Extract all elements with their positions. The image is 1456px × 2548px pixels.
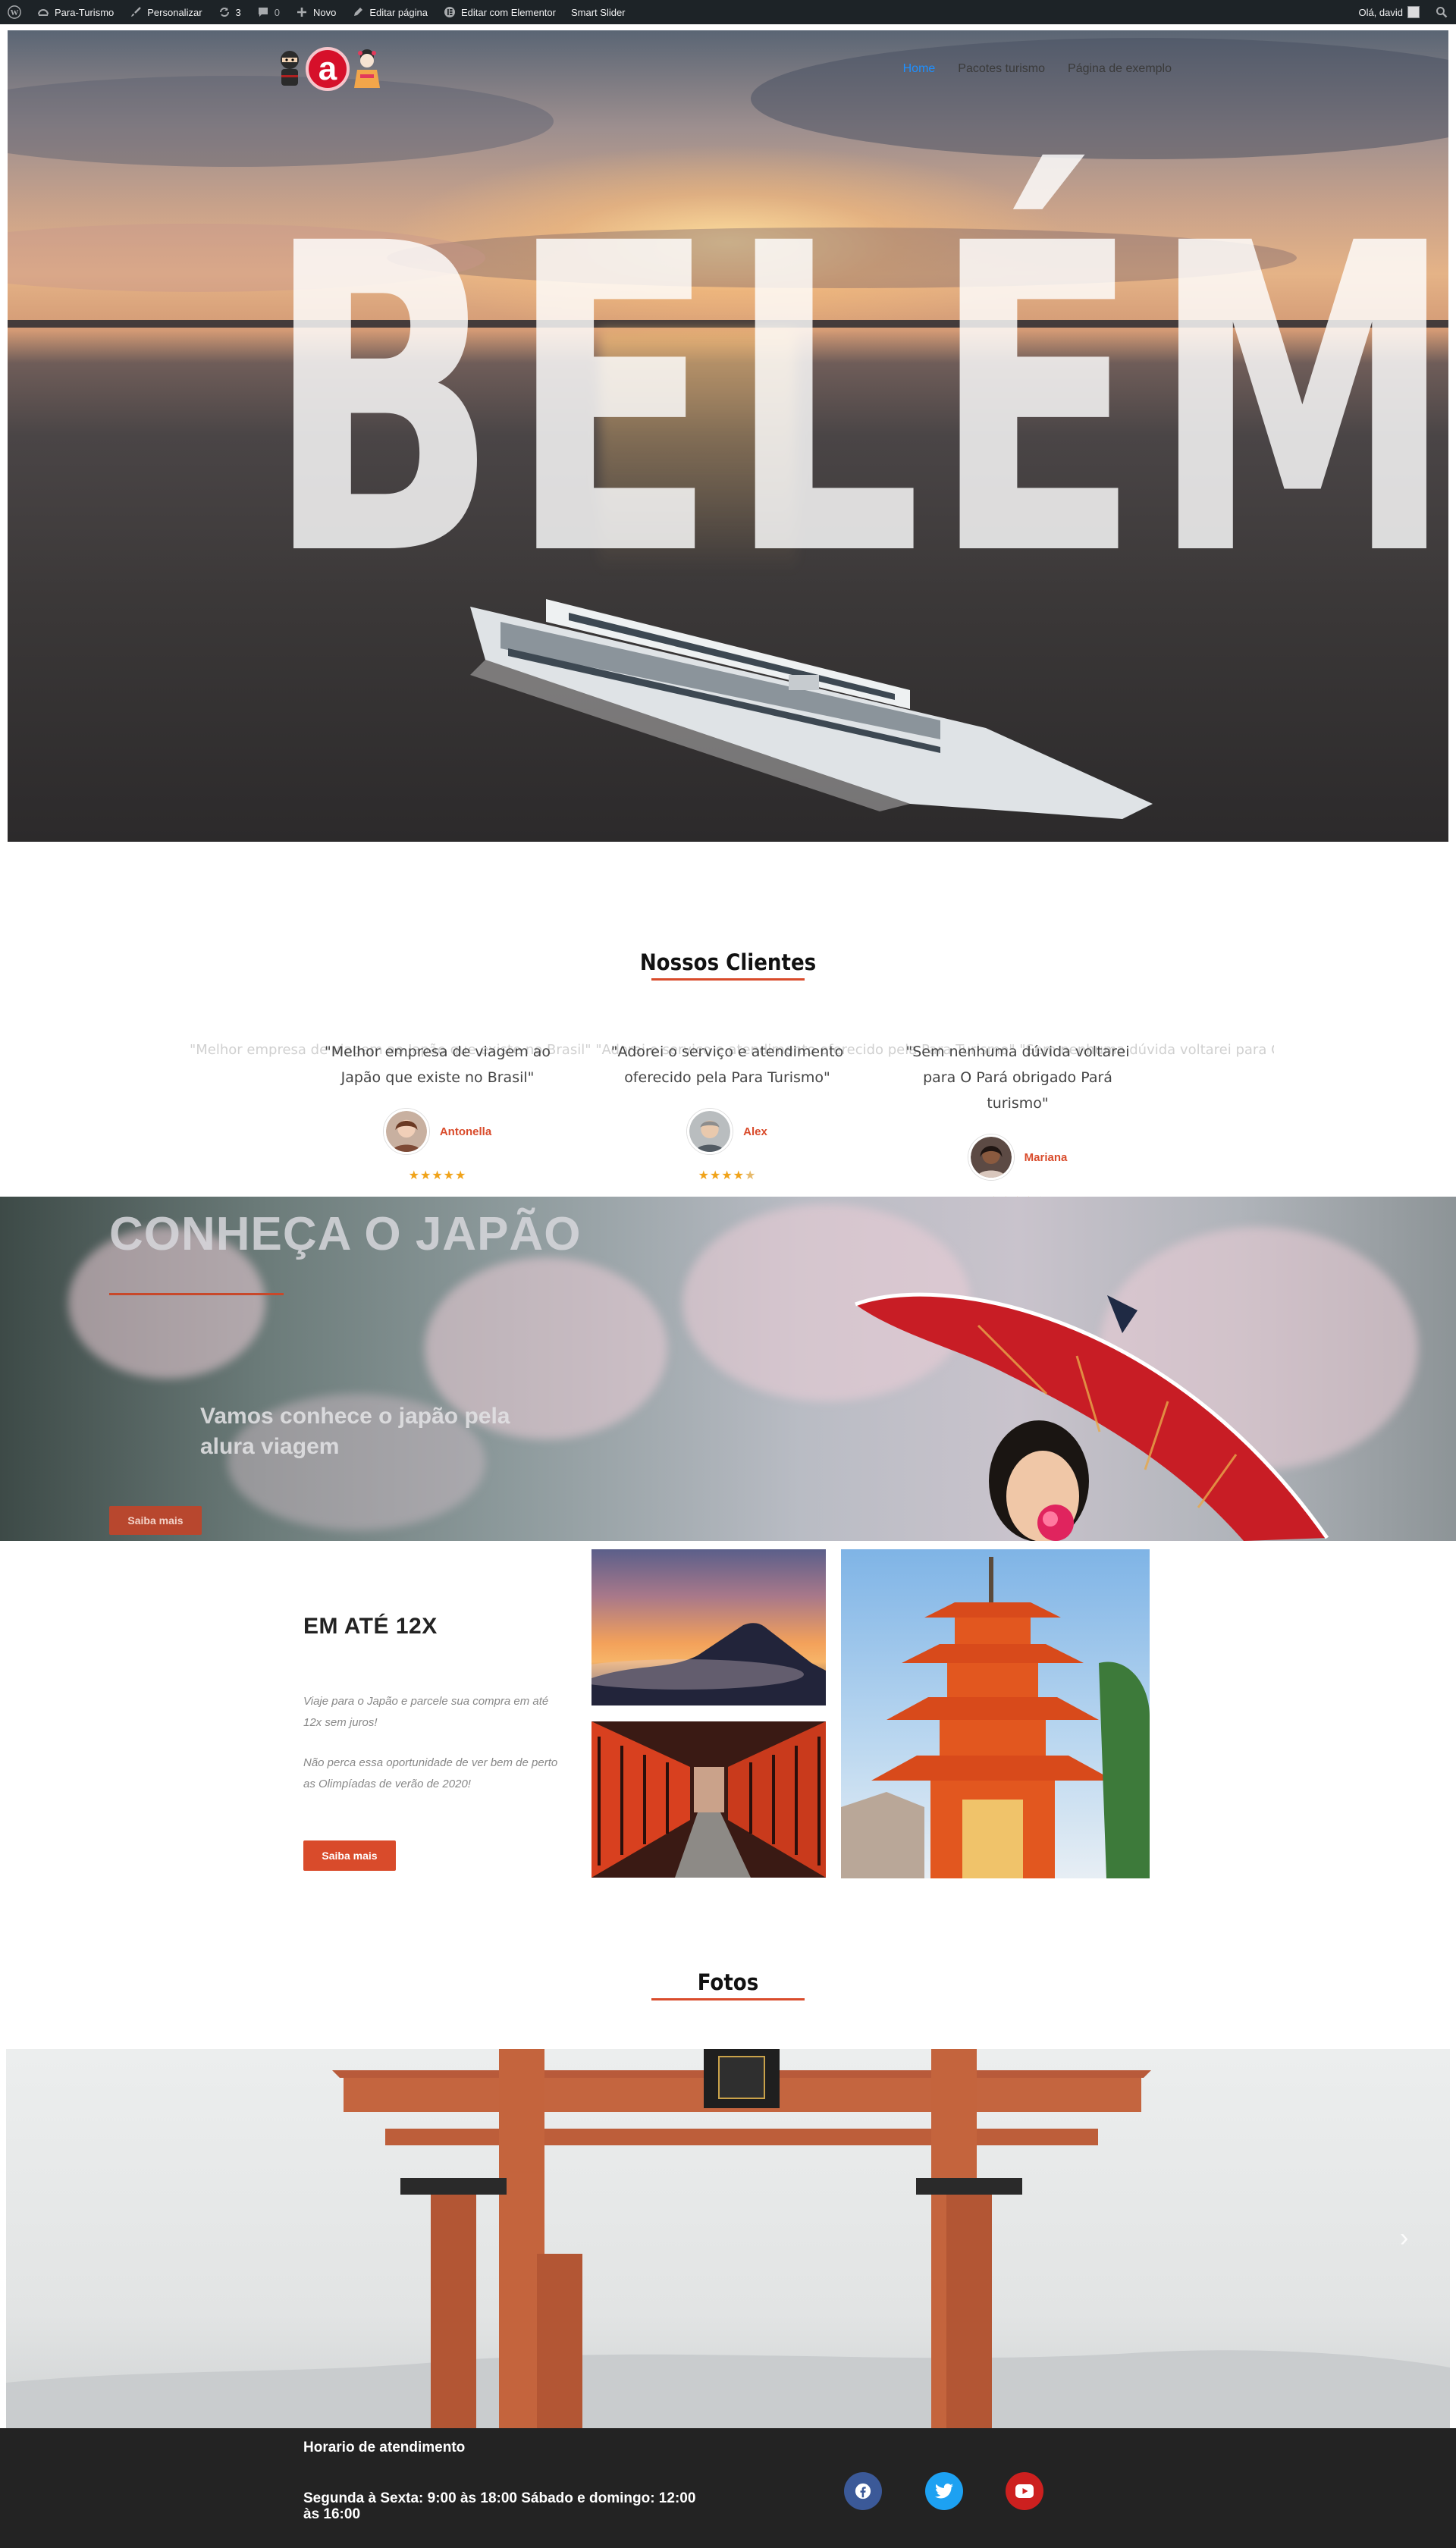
- clients-heading-underline: [651, 978, 805, 981]
- woman-with-umbrella-image: [855, 1292, 1329, 1541]
- site-name-link[interactable]: Para-Turismo: [29, 0, 121, 24]
- brand-a-logo-icon: a: [306, 47, 350, 91]
- footer-hours: Segunda à Sexta: 9:00 às 18:00 Sábado e …: [303, 2490, 696, 2522]
- japan-promo-banner: CONHEÇA O JAPÃO Vamos conhece o japão pe…: [0, 1197, 1456, 1541]
- admin-bar-left: W Para-Turismo Personalizar 3 0 Novo Edi…: [0, 0, 633, 24]
- japan-subtitle-line: Vamos conhece o japão pela: [200, 1404, 510, 1429]
- site-name-label: Para-Turismo: [55, 6, 115, 18]
- testimonial-author: Alex: [602, 1109, 852, 1154]
- testimonial-quote: "Sem nenhuma dúvida voltarei para O Pará…: [905, 1043, 1130, 1112]
- new-label: Novo: [313, 6, 337, 18]
- torii-tunnel-illustration: [592, 1721, 826, 1878]
- comments-link[interactable]: 0: [249, 0, 287, 24]
- testimonial-author: Antonella: [312, 1109, 563, 1154]
- testimonial-name: Antonella: [439, 1125, 492, 1138]
- nav-item-home[interactable]: Home: [903, 62, 936, 76]
- offer-description: Viaje para o Japão e parcele sua compra …: [303, 1691, 569, 1795]
- smart-slider-label: Smart Slider: [570, 6, 626, 18]
- testimonial-card: "Sem nenhuma dúvida voltarei para O Pará…: [893, 1039, 1143, 1209]
- my-account-link[interactable]: Olá, david: [1351, 0, 1427, 24]
- offer-saiba-mais-button[interactable]: Saiba mais: [303, 1840, 396, 1871]
- testimonial-quote: "Melhor empresa de viagem ao Japão que e…: [324, 1043, 551, 1086]
- offer-title: EM ATÉ 12X: [303, 1614, 438, 1639]
- plus-icon: [295, 5, 309, 19]
- brush-icon: [129, 5, 143, 19]
- avatar: [687, 1109, 733, 1154]
- customize-label: Personalizar: [147, 6, 202, 18]
- youtube-link[interactable]: [1006, 2472, 1043, 2510]
- clients-heading: Nossos Clientes: [639, 949, 817, 975]
- japan-subtitle-line: alura viagem: [200, 1434, 340, 1459]
- user-avatar: [1407, 6, 1420, 18]
- footer-title: Horario de atendimento: [303, 2440, 466, 2455]
- pagoda-photo: [841, 1549, 1150, 1878]
- avatar: [383, 1109, 429, 1154]
- wp-admin-bar: W Para-Turismo Personalizar 3 0 Novo Edi…: [0, 0, 1456, 24]
- nav-item-pagina-de-exemplo[interactable]: Página de exemplo: [1068, 62, 1172, 76]
- pagoda-illustration: [841, 1557, 1150, 1878]
- testimonial-card: "Melhor empresa de viagem ao Japão que e…: [312, 1039, 563, 1183]
- offer-paragraph: Viaje para o Japão e parcele sua compra …: [303, 1695, 549, 1729]
- fuji-silhouette: [592, 1623, 826, 1705]
- updates-link[interactable]: 3: [210, 0, 249, 24]
- dashboard-gauge-icon: [36, 5, 50, 19]
- fotos-heading-underline: [651, 1998, 805, 2000]
- updates-count: 3: [235, 6, 241, 18]
- testimonial-name: Alex: [743, 1125, 767, 1138]
- customize-link[interactable]: Personalizar: [121, 0, 209, 24]
- testimonials-carousel[interactable]: "Melhor empresa de viagem ao Japão que e…: [0, 1024, 1456, 1208]
- search-icon: [1435, 5, 1448, 19]
- facebook-link[interactable]: [844, 2472, 882, 2510]
- elementor-icon: [443, 5, 457, 19]
- facebook-icon: [855, 2483, 871, 2499]
- main-nav: Home Pacotes turismo Página de exemplo: [903, 62, 1172, 76]
- offer-paragraph: Não perca essa oportunidade de ver bem d…: [303, 1756, 558, 1790]
- site-logo[interactable]: a: [277, 47, 381, 91]
- svg-text:W: W: [11, 8, 19, 17]
- rating-stars: ★★★★★: [408, 1169, 467, 1182]
- updates-icon: [218, 5, 231, 19]
- hero-banner: BELÉM a Home Pacotes turismo Página de e…: [8, 30, 1448, 842]
- japan-subtitle: Vamos conhece o japão pela alura viagem: [200, 1401, 510, 1462]
- comments-count: 0: [274, 6, 280, 18]
- photo-slider[interactable]: ›: [6, 2049, 1450, 2428]
- wordpress-logo-button[interactable]: W: [0, 0, 29, 24]
- slider-next-arrow[interactable]: ›: [1400, 2225, 1414, 2251]
- torii-gate-photo: [6, 2049, 1450, 2428]
- twitter-icon: [935, 2484, 953, 2499]
- edit-page-label: Editar página: [369, 6, 428, 18]
- japan-title: CONHEÇA O JAPÃO: [109, 1208, 582, 1260]
- hero-title: BELÉM: [265, 155, 1448, 649]
- pencil-icon: [351, 5, 365, 19]
- edit-elementor-label: Editar com Elementor: [460, 6, 556, 18]
- twitter-link[interactable]: [925, 2472, 963, 2510]
- ninja-mascot-icon: [281, 51, 299, 86]
- wordpress-icon: W: [8, 5, 21, 19]
- torii-tunnel-photo: [592, 1721, 826, 1878]
- avatar: [968, 1134, 1014, 1180]
- edit-page-link[interactable]: Editar página: [344, 0, 435, 24]
- site-footer: Horario de atendimento Segunda à Sexta: …: [0, 2428, 1456, 2548]
- testimonial-quote: "Adorei o serviço e atendimento oferecid…: [610, 1043, 844, 1086]
- geisha-mascot-icon: [354, 49, 380, 88]
- testimonial-author: Mariana: [893, 1134, 1143, 1180]
- nav-item-pacotes-turismo[interactable]: Pacotes turismo: [958, 62, 1045, 76]
- mount-fuji-photo: [592, 1549, 826, 1705]
- fotos-heading: Fotos: [697, 1969, 759, 1995]
- testimonial-name: Mariana: [1024, 1150, 1068, 1164]
- rating-stars: ★★★★★: [698, 1169, 757, 1182]
- new-content-link[interactable]: Novo: [287, 0, 344, 24]
- greeting-label: Olá, david: [1358, 6, 1403, 18]
- smart-slider-link[interactable]: Smart Slider: [563, 0, 633, 24]
- japan-saiba-mais-button[interactable]: Saiba mais: [109, 1506, 202, 1535]
- edit-elementor-link[interactable]: Editar com Elementor: [435, 0, 563, 24]
- youtube-icon: [1015, 2484, 1034, 2498]
- testimonial-card: "Adorei o serviço e atendimento oferecid…: [602, 1039, 852, 1183]
- japan-title-underline: [109, 1293, 284, 1295]
- admin-search-button[interactable]: [1427, 0, 1456, 24]
- admin-bar-right: Olá, david: [1351, 0, 1456, 24]
- comment-bubble-icon: [256, 5, 270, 19]
